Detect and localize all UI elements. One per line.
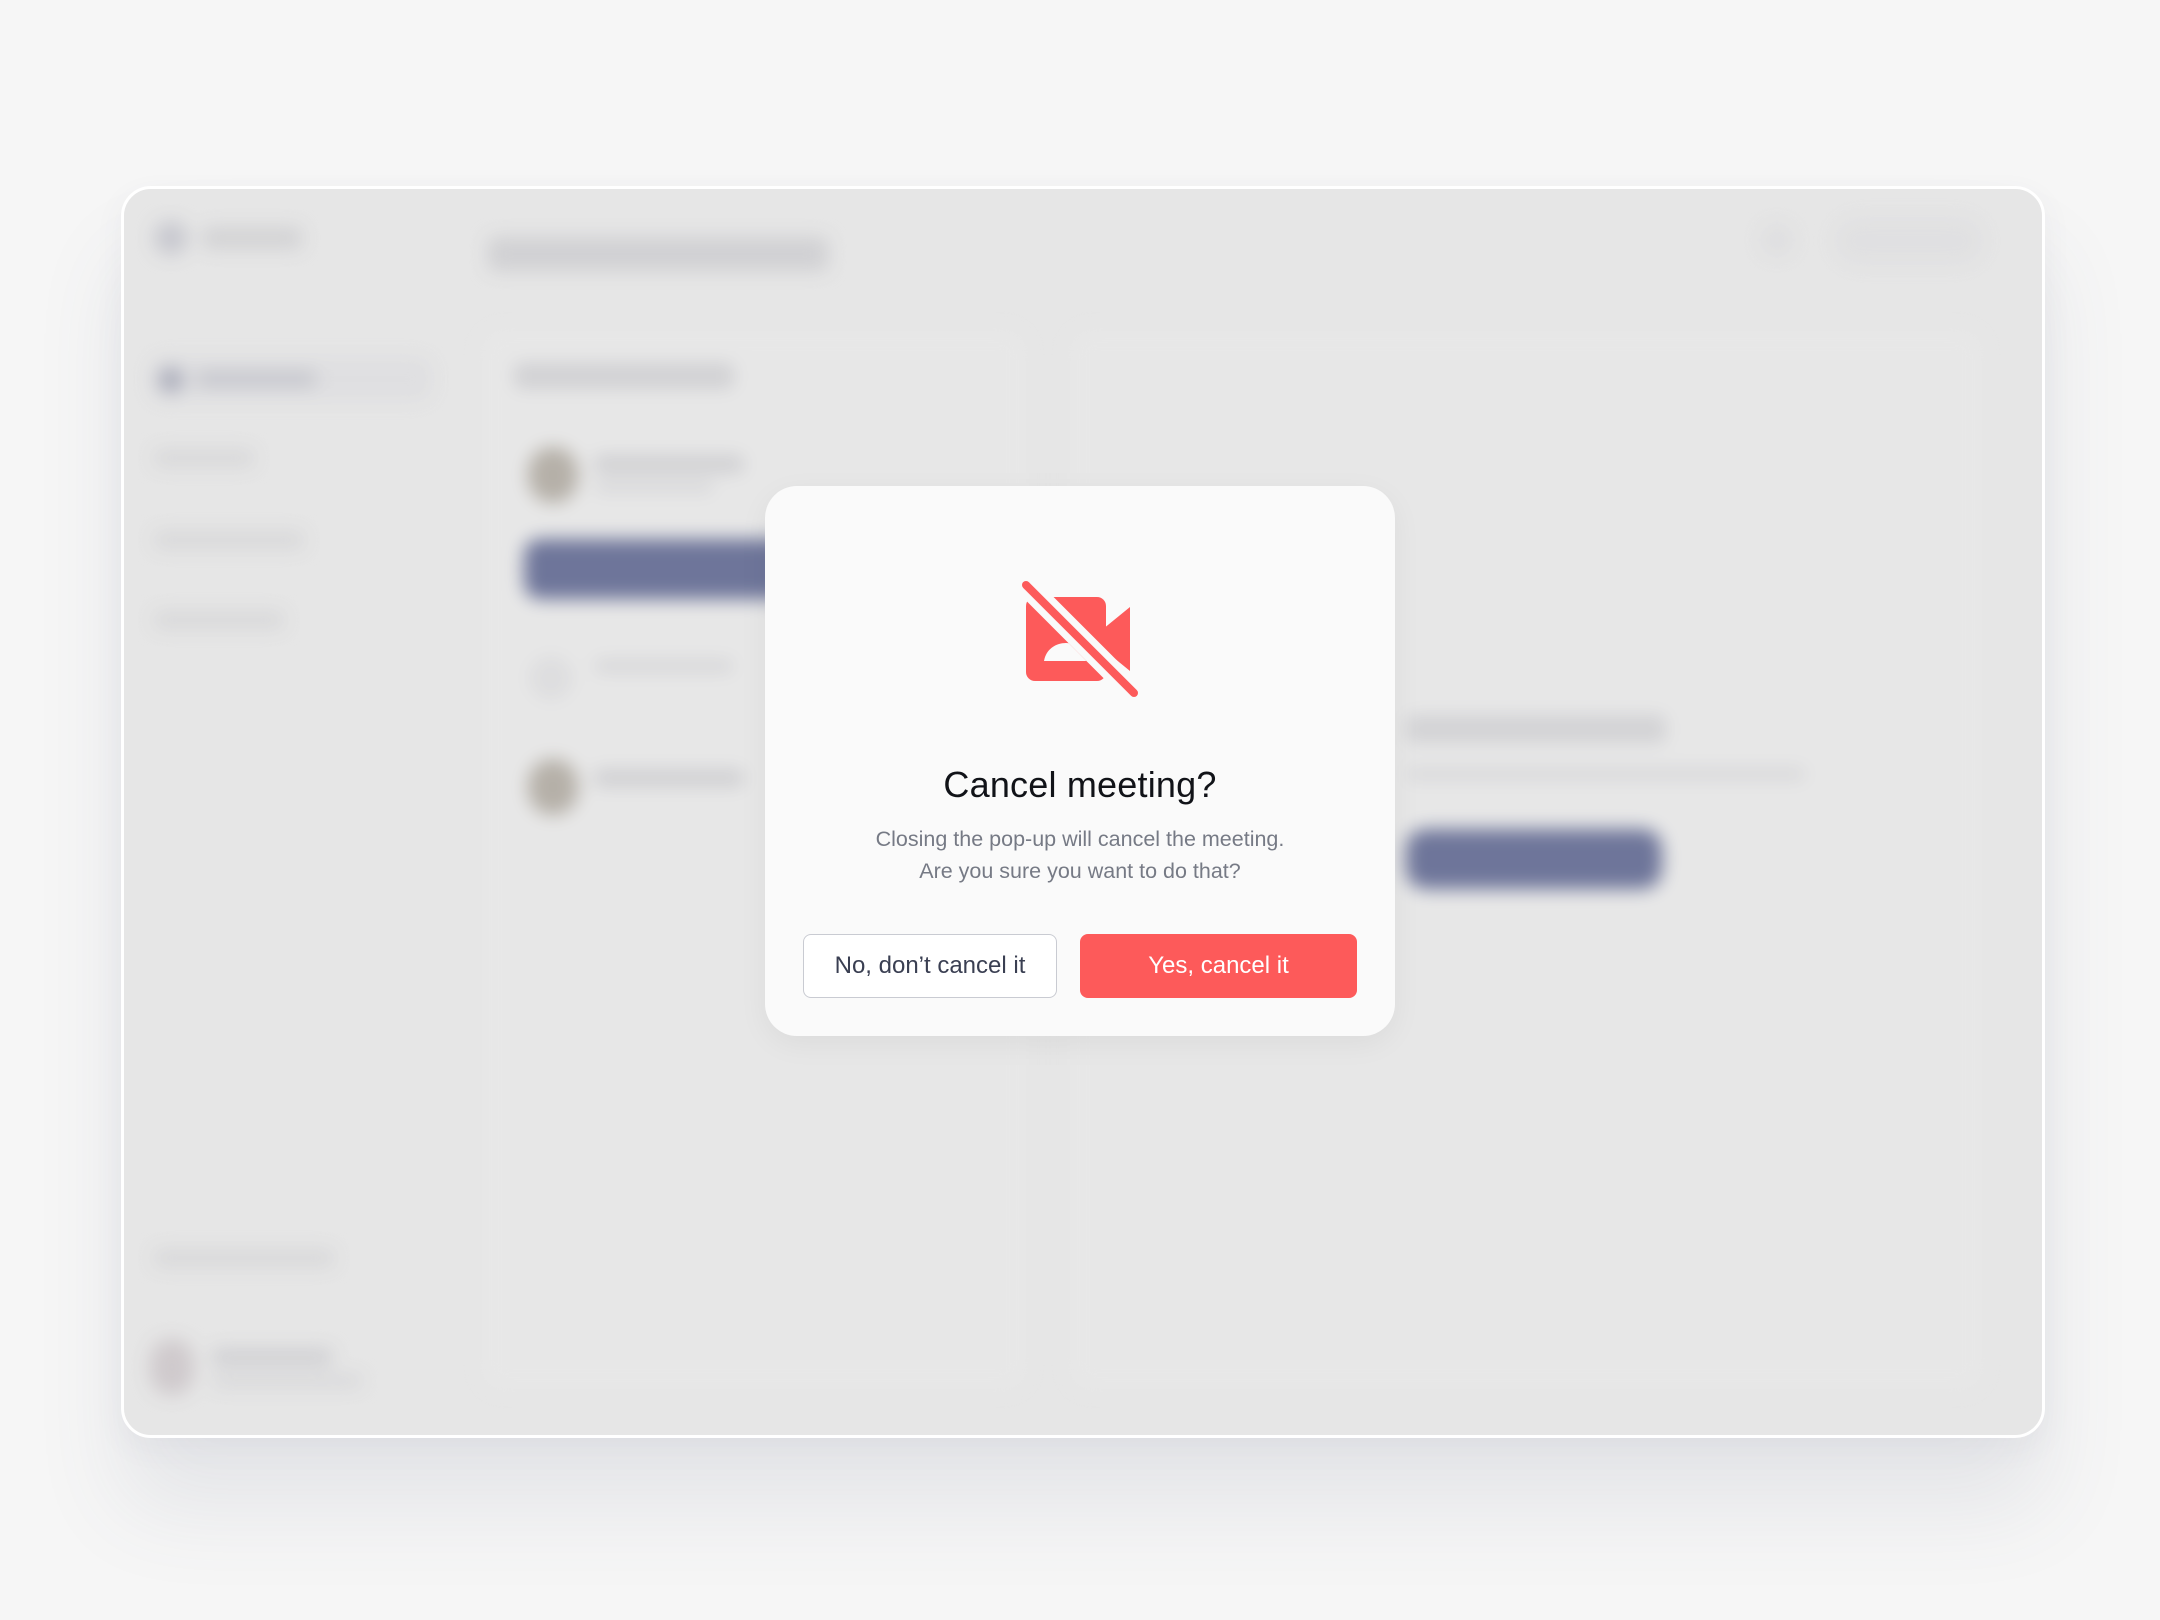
dont-cancel-button[interactable]: No, don’t cancel it bbox=[803, 934, 1057, 998]
dialog-message-line: Are you sure you want to do that? bbox=[919, 859, 1241, 883]
cancel-meeting-dialog: Cancel meeting? Closing the pop-up will … bbox=[765, 486, 1395, 1036]
confirm-cancel-button[interactable]: Yes, cancel it bbox=[1080, 934, 1357, 998]
video-off-icon bbox=[1022, 581, 1138, 697]
dialog-message-line: Closing the pop-up will cancel the meeti… bbox=[875, 827, 1285, 851]
dialog-title: Cancel meeting? bbox=[943, 764, 1217, 805]
dialog-message: Closing the pop-up will cancel the meeti… bbox=[765, 823, 1395, 887]
